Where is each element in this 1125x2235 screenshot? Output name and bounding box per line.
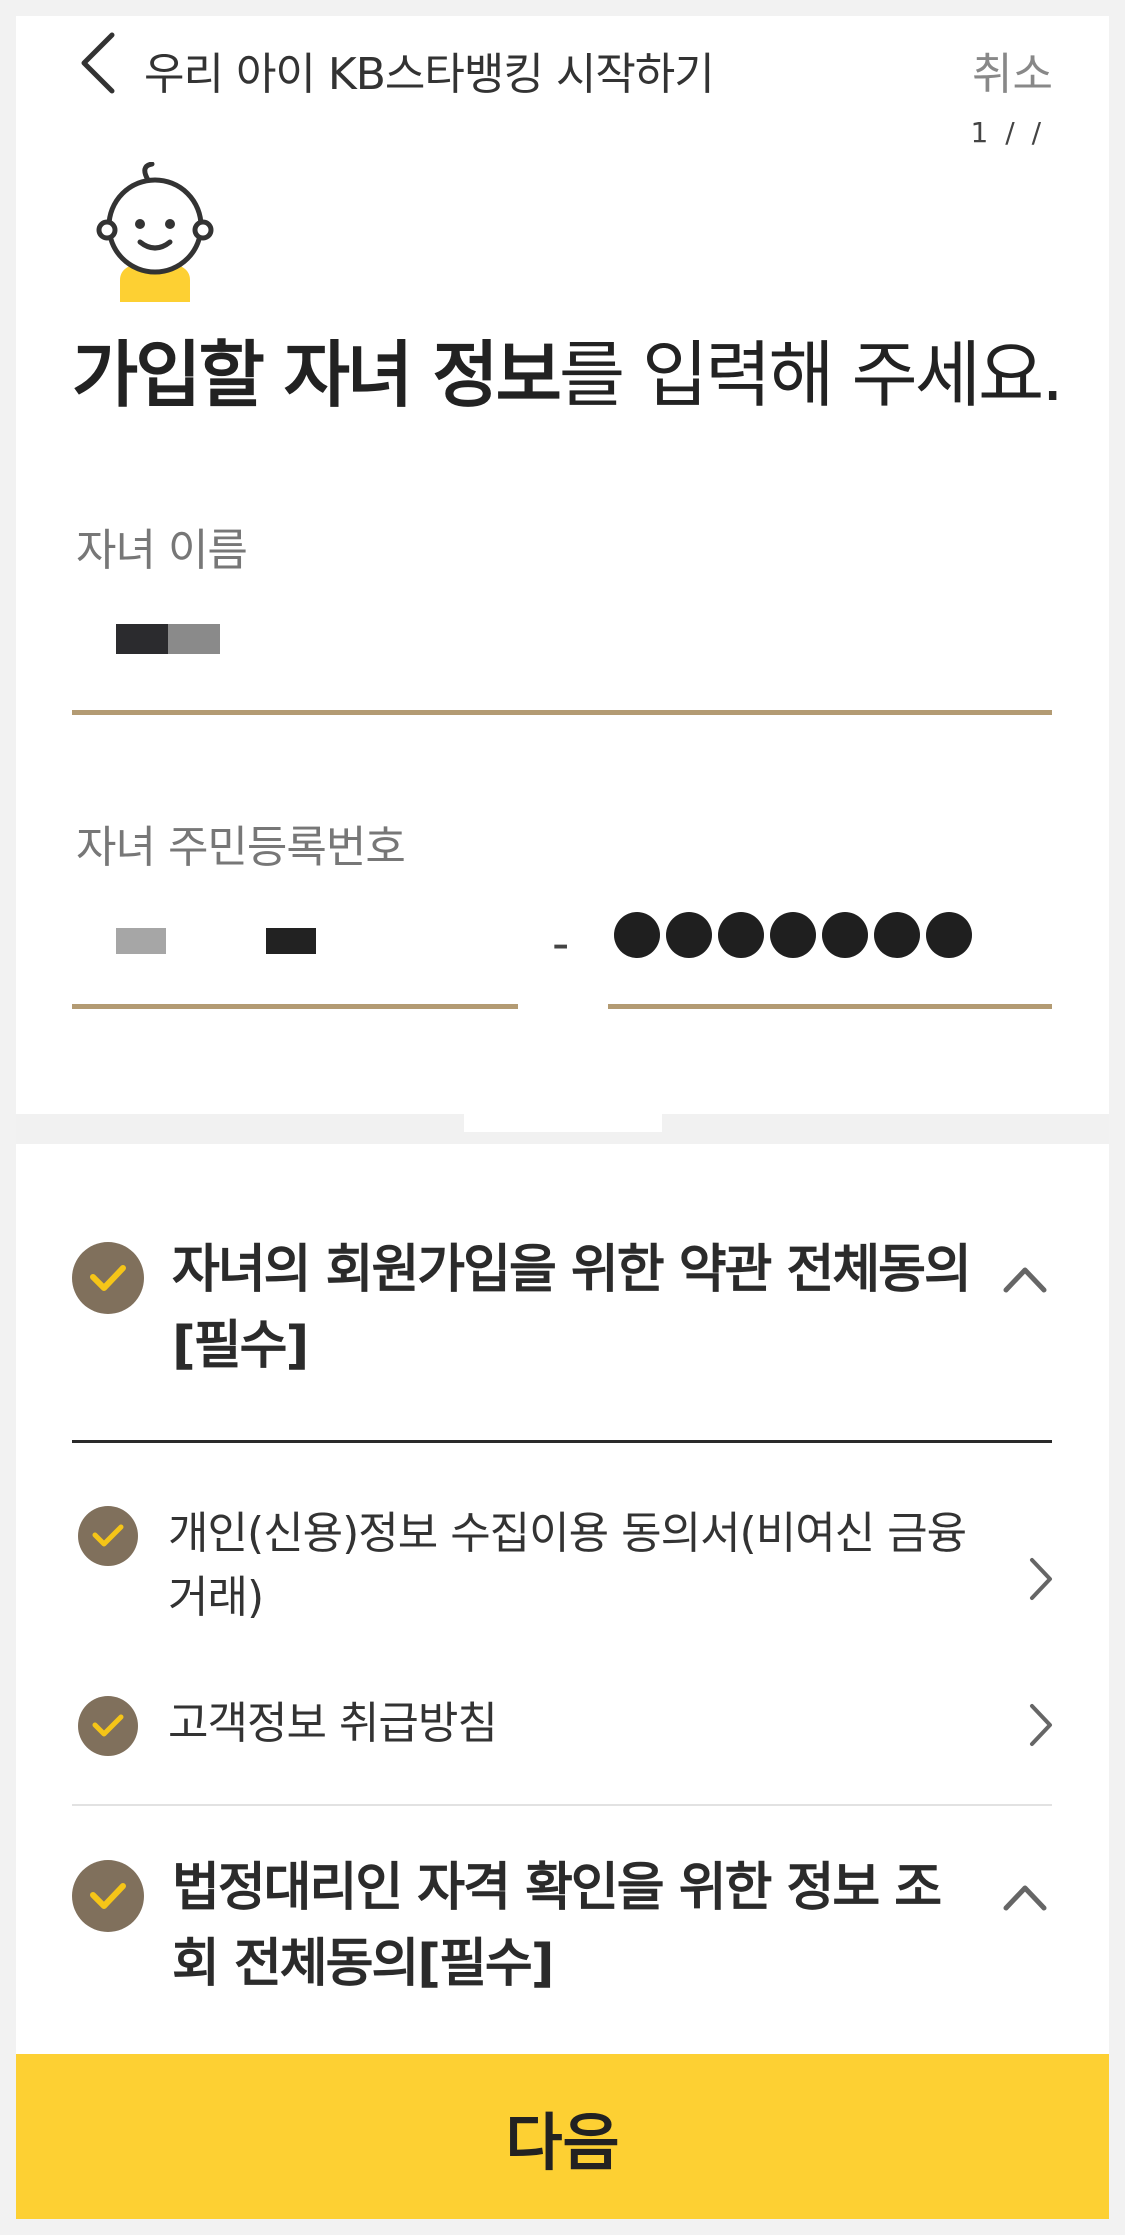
header-title: 우리 아이 KB스타뱅킹 시작하기 (144, 49, 715, 100)
chevron-up-icon[interactable] (1002, 1264, 1048, 1294)
chevron-left-icon (81, 32, 115, 94)
masked-rrn-part (116, 928, 166, 954)
item-separator (72, 1804, 1052, 1806)
child-name-underline (72, 710, 1052, 715)
chevron-right-icon[interactable] (1026, 1702, 1054, 1748)
back-button[interactable] (68, 28, 128, 98)
agree-item-2-label: 고객정보 취급방침 (168, 1698, 498, 1749)
agree-group-2-title: 법정대리인 자격 확인을 위한 정보 조회 전체동의[필수] (172, 1858, 942, 1994)
rrn-front-underline (72, 1004, 518, 1009)
mask-dot (666, 912, 712, 958)
mask-dot (614, 912, 660, 958)
cancel-button[interactable]: 취소 (972, 38, 1053, 102)
page-title: 가입할 자녀 정보를 입력해 주세요. (72, 316, 1064, 421)
check-icon (92, 1524, 124, 1547)
child-icon (96, 162, 214, 302)
rrn-front-input[interactable] (72, 876, 518, 1006)
screen: 우리 아이 KB스타뱅킹 시작하기 취소 1 / / 가입할 자녀 정보를 입력… (16, 16, 1109, 2219)
rrn-separator: - (552, 916, 570, 972)
masked-name-part (116, 624, 168, 654)
agree-group-1-checkbox[interactable] (72, 1242, 144, 1314)
agree-item-2-checkbox[interactable] (78, 1696, 138, 1756)
mask-dot (926, 912, 972, 958)
next-button[interactable]: 다음 (16, 2054, 1109, 2219)
agree-item-1-checkbox[interactable] (78, 1506, 138, 1566)
check-icon (90, 1265, 126, 1291)
page-title-rest: 를 입력해 주세요. (558, 333, 1064, 417)
mask-dot (874, 912, 920, 958)
divider-notch (464, 1106, 662, 1132)
rrn-back-underline (608, 1004, 1052, 1009)
check-icon (90, 1883, 126, 1909)
mask-dot (822, 912, 868, 958)
child-rrn-label: 자녀 주민등록번호 (76, 822, 406, 873)
chevron-right-icon[interactable] (1026, 1556, 1054, 1602)
agree-group-2-checkbox[interactable] (72, 1860, 144, 1932)
agree-item-1-label: 개인(신용)정보 수집이용 동의서(비여신 금융거래) (168, 1508, 967, 1623)
group-separator (72, 1440, 1052, 1443)
masked-name-part (168, 624, 220, 654)
mask-dot (770, 912, 816, 958)
check-icon (92, 1714, 124, 1737)
masked-rrn-part (266, 928, 316, 954)
step-indicator: 1 / / (970, 116, 1045, 149)
app-header: 우리 아이 KB스타뱅킹 시작하기 취소 (16, 16, 1109, 116)
page-title-bold: 가입할 자녀 정보 (72, 333, 562, 417)
mask-dot (718, 912, 764, 958)
rrn-back-masked (614, 912, 972, 958)
child-name-input[interactable] (72, 576, 1052, 716)
chevron-up-icon[interactable] (1002, 1882, 1048, 1912)
agree-group-1-title: 자녀의 회원가입을 위한 약관 전체동의[필수] (172, 1240, 972, 1376)
child-name-label: 자녀 이름 (76, 525, 248, 576)
